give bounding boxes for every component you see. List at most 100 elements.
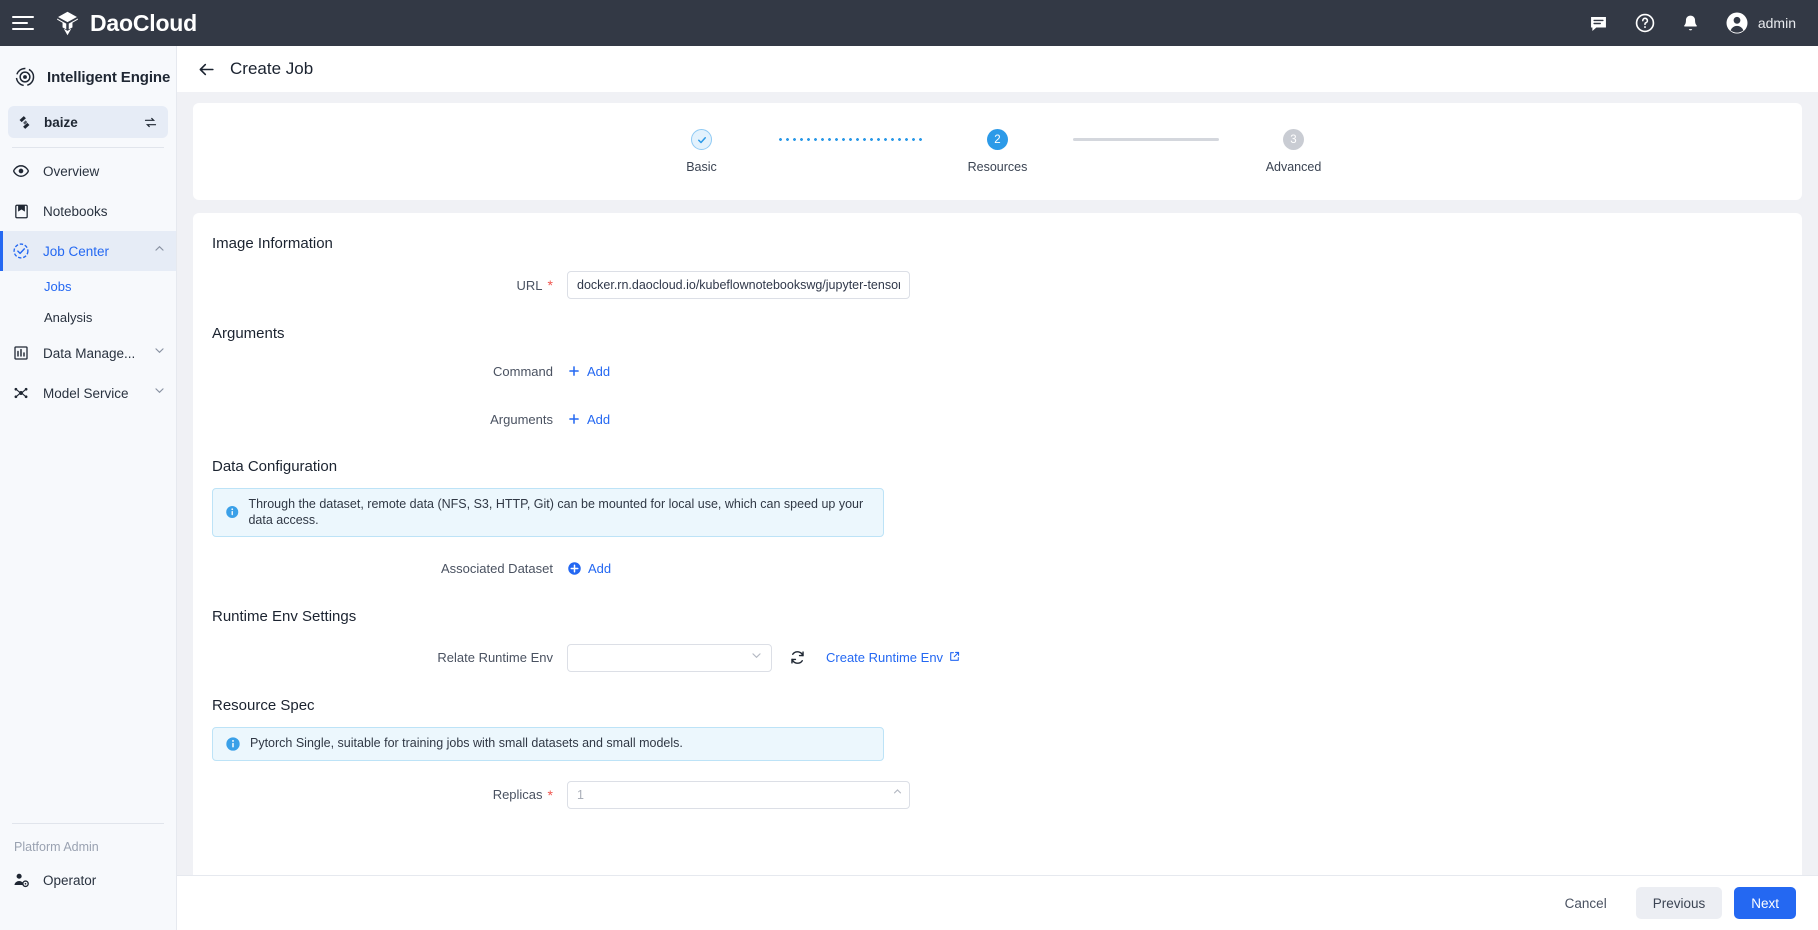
field-row-replicas: Replicas * 1: [193, 774, 1802, 816]
chart-icon: [12, 344, 30, 362]
url-control: [567, 271, 910, 299]
next-button[interactable]: Next: [1734, 887, 1796, 919]
command-label-wrap: Command: [193, 364, 553, 379]
replicas-label: Replicas: [493, 787, 543, 802]
sidebar-item-data-manage[interactable]: Data Manage...: [0, 333, 176, 373]
field-row-relate-runtime-env: Relate Runtime Env: [193, 637, 1802, 679]
step-advanced[interactable]: 3 Advanced: [1219, 129, 1369, 174]
sidebar-item-label: Operator: [43, 873, 96, 888]
command-add-button[interactable]: Add: [567, 364, 610, 379]
user-menu[interactable]: admin: [1725, 11, 1796, 35]
step-advanced-label: Advanced: [1266, 160, 1322, 174]
hamburger-icon[interactable]: [12, 14, 36, 32]
plus-circle-icon: [567, 561, 582, 576]
top-bar: DaoCloud: [0, 0, 1818, 46]
chevron-down-icon[interactable]: [153, 344, 166, 362]
stepper: Basic 2 Resources 3 Advanced: [627, 129, 1369, 174]
intelligent-engine-icon: [14, 66, 36, 88]
sidebar-item-analysis[interactable]: Analysis: [0, 302, 176, 333]
data-configuration-info-banner: Through the dataset, remote data (NFS, S…: [212, 488, 884, 537]
command-add-label: Add: [587, 364, 610, 379]
chevron-down-icon[interactable]: [153, 384, 166, 402]
topbar-actions: admin: [1587, 11, 1818, 35]
step-basic-bubble: [691, 129, 712, 150]
stepper-card: Basic 2 Resources 3 Advanced: [193, 103, 1802, 200]
page-header: Create Job: [177, 46, 1818, 92]
relate-runtime-env-label: Relate Runtime Env: [437, 650, 553, 665]
brand-logo[interactable]: DaoCloud: [54, 10, 197, 37]
sidebar-item-label: Data Manage...: [43, 346, 135, 361]
arguments-add-button[interactable]: Add: [567, 412, 610, 427]
chevron-down-icon: [750, 649, 763, 667]
associated-dataset-control: Add: [567, 561, 611, 576]
arguments-label-wrap: Arguments: [193, 412, 553, 427]
back-arrow-icon[interactable]: [197, 60, 216, 79]
sidebar-divider: [12, 147, 164, 148]
step-resources-bubble: 2: [987, 129, 1008, 150]
page-scroll-area[interactable]: Basic 2 Resources 3 Advanced: [177, 92, 1818, 930]
sidebar-project-selector[interactable]: baize: [8, 106, 168, 138]
sidebar-item-notebooks[interactable]: Notebooks: [0, 191, 176, 231]
sidebar-footer: Platform Admin Operator: [0, 823, 176, 930]
brand-name: DaoCloud: [90, 10, 197, 37]
chevron-up-icon[interactable]: [153, 242, 166, 260]
arguments-control: Add: [567, 412, 610, 427]
step-basic[interactable]: Basic: [627, 129, 777, 174]
step-basic-label: Basic: [686, 160, 717, 174]
section-title-runtime-env: Runtime Env Settings: [193, 608, 1802, 625]
daocloud-cube-icon: [54, 10, 81, 37]
eye-icon: [12, 162, 30, 180]
stepper-up-icon[interactable]: [892, 786, 903, 800]
operator-icon: [12, 871, 30, 889]
associated-dataset-label-wrap: Associated Dataset: [193, 561, 553, 576]
sidebar-item-label: Overview: [43, 164, 99, 179]
replicas-label-wrap: Replicas *: [193, 787, 553, 802]
command-control: Add: [567, 364, 610, 379]
step-resources[interactable]: 2 Resources: [923, 129, 1073, 174]
sidebar-item-jobs[interactable]: Jobs: [0, 271, 176, 302]
info-icon: [225, 504, 239, 520]
associated-dataset-add-button[interactable]: Add: [567, 561, 611, 576]
check-circle-icon: [12, 242, 30, 260]
associated-dataset-label: Associated Dataset: [441, 561, 553, 576]
cancel-button[interactable]: Cancel: [1548, 887, 1624, 919]
help-icon[interactable]: [1633, 11, 1657, 35]
relate-runtime-env-select[interactable]: [567, 644, 772, 672]
data-configuration-banner-text: Through the dataset, remote data (NFS, S…: [248, 496, 871, 529]
relate-runtime-env-label-wrap: Relate Runtime Env: [193, 650, 553, 665]
sidebar-item-model-service[interactable]: Model Service: [0, 373, 176, 413]
sidebar-engine-title: Intelligent Engine: [0, 46, 176, 106]
replicas-stepper[interactable]: 1: [567, 781, 910, 809]
sidebar-item-overview[interactable]: Overview: [0, 151, 176, 191]
switch-project-icon[interactable]: [143, 115, 158, 130]
check-icon: [696, 134, 708, 146]
step-resources-label: Resources: [968, 160, 1028, 174]
create-runtime-env-link[interactable]: Create Runtime Env: [826, 650, 961, 666]
command-label: Command: [493, 364, 553, 379]
external-link-icon: [948, 650, 961, 666]
platform-admin-label: Platform Admin: [0, 824, 176, 860]
field-row-url: URL *: [193, 264, 1802, 306]
relate-runtime-env-control: Create Runtime Env: [567, 644, 961, 672]
feedback-icon[interactable]: [1587, 11, 1611, 35]
required-marker: *: [548, 278, 553, 292]
form-footer: Cancel Previous Next: [177, 875, 1818, 930]
sidebar-item-job-center[interactable]: Job Center: [0, 231, 176, 271]
required-marker: *: [548, 788, 553, 802]
create-runtime-env-label: Create Runtime Env: [826, 650, 943, 665]
url-input[interactable]: [567, 271, 910, 299]
associated-dataset-add-label: Add: [588, 561, 611, 576]
plus-icon: [567, 364, 581, 378]
url-label: URL: [517, 278, 543, 293]
arguments-label: Arguments: [490, 412, 553, 427]
info-icon: [225, 736, 241, 752]
sidebar-item-label: Model Service: [43, 386, 129, 401]
stepper-connector-2: [1073, 129, 1219, 150]
notification-icon[interactable]: [1679, 11, 1703, 35]
section-title-image-information: Image Information: [193, 235, 1802, 252]
replicas-value: 1: [577, 788, 584, 802]
previous-button[interactable]: Previous: [1636, 887, 1723, 919]
sidebar-item-operator[interactable]: Operator: [0, 860, 176, 900]
refresh-icon[interactable]: [789, 649, 806, 666]
replicas-control: 1: [567, 781, 910, 809]
